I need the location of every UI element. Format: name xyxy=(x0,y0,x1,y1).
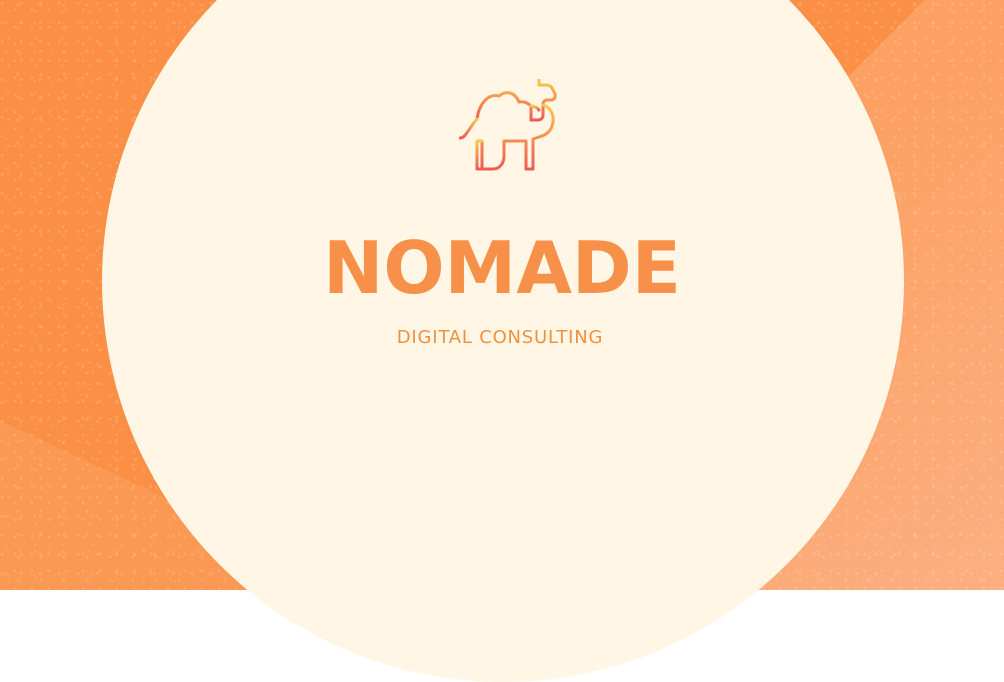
brand-title: NOMADE xyxy=(323,226,681,310)
camel-icon xyxy=(459,79,557,171)
brand-subtitle: DIGITAL CONSULTING xyxy=(396,327,604,348)
